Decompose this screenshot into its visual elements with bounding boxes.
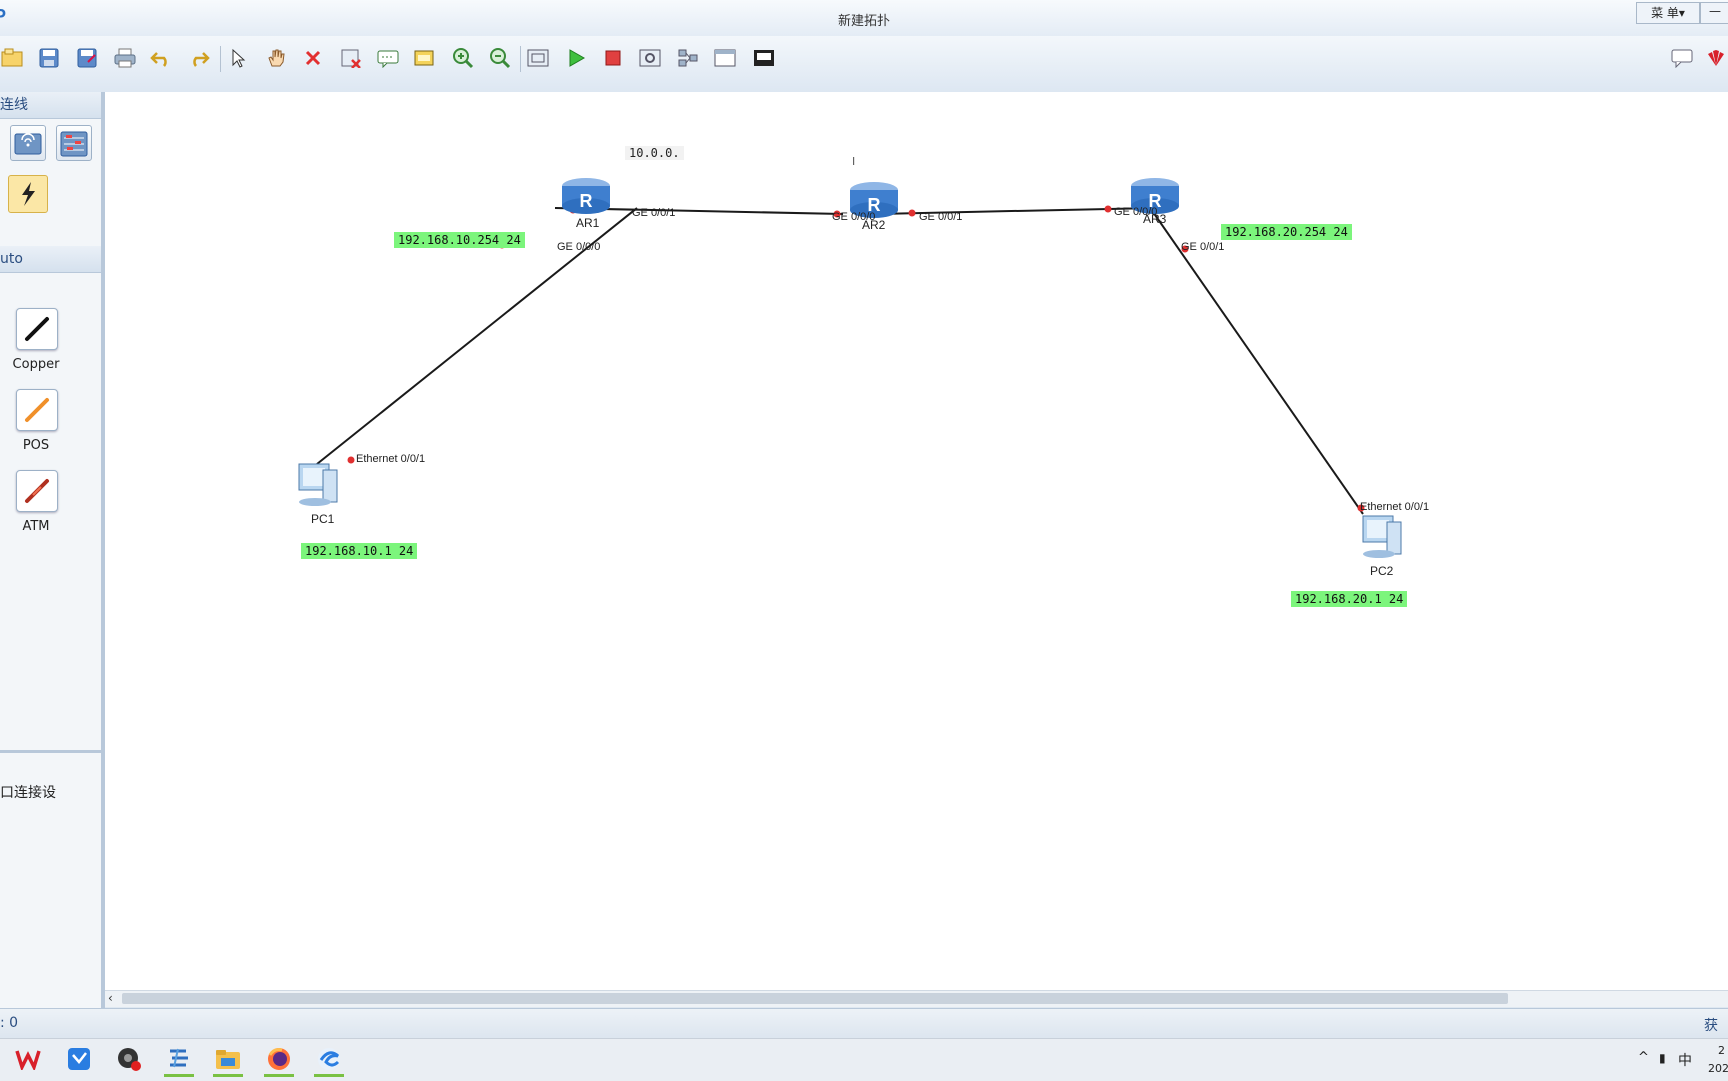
topology-canvas[interactable]: R R R 10.0.0. AR1 AR2 AR3 PC1 PC2 GE 0/0… — [105, 92, 1728, 990]
sidebar-divider — [0, 750, 101, 753]
window-icon[interactable] — [713, 46, 737, 70]
wps-icon[interactable] — [13, 1044, 43, 1074]
text-note[interactable]: 10.0.0. — [625, 146, 684, 160]
atm-cable-icon[interactable] — [16, 470, 58, 512]
delete-icon[interactable] — [301, 46, 325, 70]
chat-icon[interactable] — [1670, 46, 1694, 70]
pos-cable-icon[interactable] — [16, 389, 58, 431]
delete-link-icon[interactable] — [339, 46, 363, 70]
toolbar-separator — [220, 46, 221, 72]
menu-button[interactable]: 菜 单▾ — [1636, 2, 1700, 24]
pc1-icon — [298, 463, 338, 506]
ime-indicator[interactable]: 中 — [1678, 1050, 1692, 1070]
text-note-icon[interactable] — [376, 46, 400, 70]
description-text: 口连接设 — [0, 785, 56, 801]
copper-cable-icon[interactable] — [16, 308, 58, 350]
clock-time[interactable]: 2 — [1718, 1044, 1725, 1057]
minimize-button[interactable]: — — [1700, 2, 1728, 24]
wireless-device-icon[interactable] — [10, 125, 46, 161]
port-dot — [1104, 205, 1112, 213]
undo-icon[interactable] — [149, 46, 173, 70]
ip-label-ar3[interactable]: 192.168.20.254 24 — [1221, 224, 1352, 240]
text-cursor-icon: I — [852, 155, 856, 168]
device-name-pc1: PC1 — [311, 512, 335, 526]
browser-icon[interactable] — [314, 1044, 344, 1077]
zoom-in-icon[interactable] — [451, 46, 475, 70]
capture-icon[interactable] — [638, 46, 662, 70]
save-as-icon[interactable] — [75, 46, 99, 70]
link-ar3-pc2 — [1152, 211, 1364, 515]
sidebar-section-title: 连线 — [0, 92, 101, 119]
pan-hand-icon[interactable] — [264, 46, 288, 70]
port-label: GE 0/0/0 — [1114, 206, 1158, 218]
device-name-pc2: PC2 — [1370, 564, 1394, 578]
ip-label-ar1[interactable]: 192.168.10.254 24 — [394, 232, 525, 248]
redo-icon[interactable] — [187, 46, 211, 70]
scrollbar-thumb[interactable] — [122, 993, 1508, 1004]
scroll-left-arrow-icon[interactable]: ‹ — [108, 991, 113, 1005]
status-bar: : 0 获取 — [0, 1008, 1728, 1054]
toolbar-separator — [520, 46, 521, 72]
screen-icon[interactable] — [752, 46, 776, 70]
port-dot — [908, 209, 916, 217]
pc2-icon — [1362, 515, 1402, 558]
svg-text:R: R — [580, 191, 593, 211]
taskbar — [0, 1038, 1728, 1081]
firefox-icon[interactable] — [264, 1044, 294, 1077]
cable-label: Copper — [12, 357, 60, 372]
file-explorer-icon[interactable] — [213, 1044, 243, 1077]
firewall-device-icon[interactable] — [56, 125, 92, 161]
toolbar — [0, 36, 1728, 94]
tray-chevron-icon[interactable]: ^ — [1638, 1050, 1649, 1065]
save-icon[interactable] — [37, 46, 61, 70]
port-label: GE 0/0/1 — [1181, 241, 1225, 253]
clock-date[interactable]: 202 — [1708, 1062, 1728, 1075]
port-label: Ethernet 0/0/1 — [1360, 501, 1430, 513]
ip-label-pc1[interactable]: 192.168.10.1 24 — [301, 543, 418, 559]
port-dot — [347, 456, 355, 464]
router-ar1-icon: R — [562, 178, 610, 214]
ip-label-pc2[interactable]: 192.168.20.1 24 — [1291, 591, 1408, 607]
microphone-icon[interactable]: ▮ — [1659, 1051, 1666, 1065]
huawei-logo-icon — [1704, 46, 1728, 70]
window-title: 新建拓扑 — [837, 14, 890, 29]
select-icon[interactable] — [226, 46, 250, 70]
sidebar-section-title: uto — [0, 246, 101, 273]
recorder-icon[interactable] — [114, 1044, 144, 1074]
device-sidebar: 连线 uto Copper POS ATM 口连接设 — [0, 92, 105, 1008]
device-name-ar1: AR1 — [576, 216, 600, 230]
cable-label: POS — [22, 438, 50, 453]
stop-device-icon[interactable] — [601, 46, 625, 70]
topology-icon[interactable] — [676, 46, 700, 70]
start-device-icon[interactable] — [564, 46, 588, 70]
cable-label: ATM — [22, 519, 50, 534]
topology-links: R R R — [298, 178, 1402, 558]
port-label: GE 0/0/0 — [557, 241, 601, 253]
new-topology-icon[interactable] — [0, 46, 24, 70]
zoom-out-icon[interactable] — [488, 46, 512, 70]
port-label: Ethernet 0/0/1 — [356, 453, 426, 465]
port-label: GE 0/0/1 — [632, 207, 676, 219]
palette-icon[interactable] — [412, 46, 436, 70]
ensp-icon[interactable] — [164, 1044, 194, 1077]
fit-view-icon[interactable] — [526, 46, 550, 70]
port-label: GE 0/0/0 — [832, 211, 876, 223]
auto-link-icon[interactable] — [8, 175, 48, 213]
mail-icon[interactable] — [64, 1044, 94, 1074]
status-text: : 0 — [0, 1015, 19, 1031]
port-label: GE 0/0/1 — [919, 211, 963, 223]
print-icon[interactable] — [113, 46, 137, 70]
